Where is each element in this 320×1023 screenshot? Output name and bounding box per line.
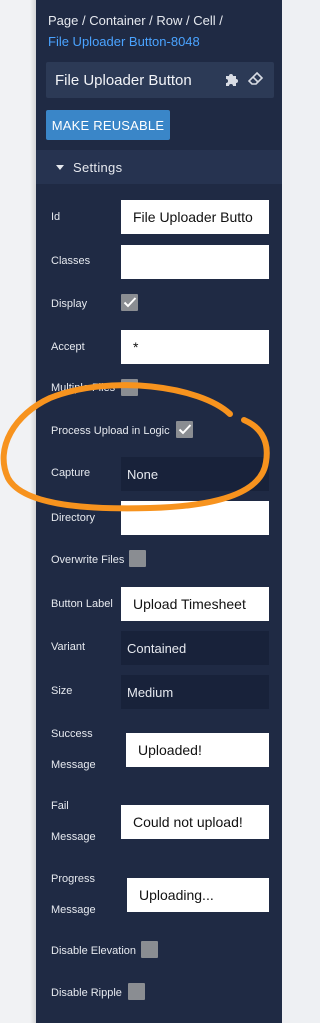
fail-message-input[interactable]: Could not upload! (121, 805, 269, 839)
progress-message-input[interactable]: Uploading... (127, 878, 269, 912)
eraser-icon[interactable] (247, 71, 264, 87)
overwrite-files-label: Overwrite Files (51, 554, 125, 566)
puzzle-icon[interactable] (224, 71, 240, 87)
orange-highlight-annotation (0, 382, 270, 512)
overwrite-files-checkbox[interactable] (129, 550, 146, 567)
component-title-bar: File Uploader Button (46, 62, 274, 98)
checkmark-icon (123, 297, 137, 308)
accept-input[interactable]: * (121, 330, 269, 364)
settings-section-header[interactable]: Settings (36, 150, 282, 184)
settings-header-label: Settings (73, 159, 123, 175)
component-title: File Uploader Button (55, 71, 192, 89)
classes-input[interactable] (121, 245, 269, 279)
disable-ripple-label: Disable Ripple (51, 987, 122, 999)
display-checkbox[interactable] (121, 294, 138, 311)
button-label-input[interactable]: Upload Timesheet (121, 587, 269, 621)
variant-select[interactable]: Contained (121, 631, 269, 665)
progress-label: Progress (51, 873, 96, 885)
size-select[interactable]: Medium (121, 675, 269, 709)
breadcrumb: Page / Container / Row / Cell / File Upl… (48, 10, 278, 52)
disable-elevation-checkbox[interactable] (141, 941, 158, 958)
success-label: Success (51, 728, 93, 740)
breadcrumb-path[interactable]: Page / Container / Row / Cell / (48, 13, 223, 28)
id-label: Id (51, 211, 61, 223)
make-reusable-button[interactable]: MAKE REUSABLE (46, 110, 170, 140)
classes-label: Classes (51, 255, 91, 267)
variant-label: Variant (51, 641, 86, 653)
button-label-label: Button Label (51, 598, 113, 610)
breadcrumb-current[interactable]: File Uploader Button-8048 (48, 31, 278, 52)
success-label-line2: Message (51, 759, 96, 771)
fail-label-line2: Message (51, 831, 96, 843)
id-input[interactable]: File Uploader Butto (121, 200, 269, 234)
fail-label: Fail (51, 800, 69, 812)
accept-label: Accept (51, 341, 85, 353)
progress-label-line2: Message (51, 904, 96, 916)
disable-ripple-checkbox[interactable] (128, 983, 145, 1000)
success-message-input[interactable]: Uploaded! (126, 733, 269, 767)
display-label: Display (51, 298, 88, 310)
caret-down-icon (56, 164, 64, 170)
disable-elevation-label: Disable Elevation (51, 945, 136, 957)
size-label: Size (51, 685, 73, 697)
